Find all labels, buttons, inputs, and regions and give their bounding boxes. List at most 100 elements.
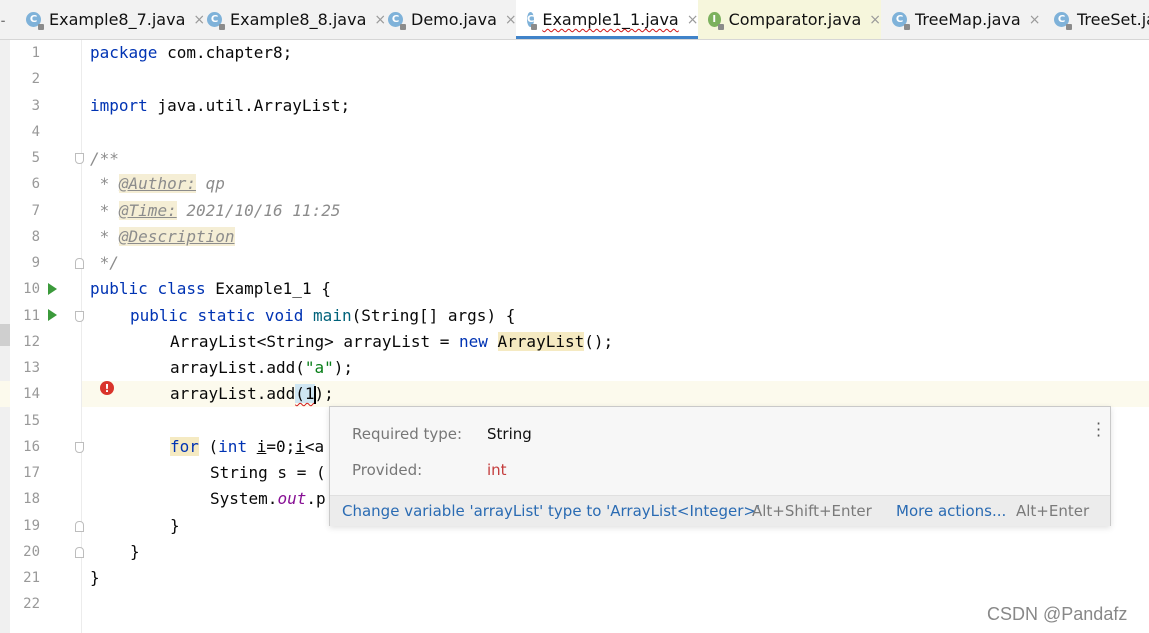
close-icon[interactable]: × xyxy=(374,12,386,28)
comment-text: qp xyxy=(195,174,225,193)
close-icon[interactable]: × xyxy=(193,12,205,28)
run-main-icon[interactable] xyxy=(48,309,57,321)
keyword: import xyxy=(90,96,148,115)
javadoc-tag: @Author: xyxy=(118,174,196,193)
close-icon[interactable]: × xyxy=(505,12,517,28)
fold-icon[interactable] xyxy=(75,311,84,322)
line-number: 14 xyxy=(23,386,40,402)
tab-label: TreeSet.ja xyxy=(1077,10,1149,29)
code-line-10[interactable]: public class Example1_1 { xyxy=(90,276,331,302)
code-text: arrayList.add xyxy=(170,384,296,403)
class-icon: C xyxy=(527,12,538,30)
run-class-icon[interactable] xyxy=(48,283,57,295)
javadoc-tag: @Time: xyxy=(118,201,177,220)
class-icon: C xyxy=(388,12,406,30)
static-field: out xyxy=(277,489,307,508)
code-text: System. xyxy=(210,489,278,508)
active-tab-indicator xyxy=(516,36,698,39)
code-text: com.chapter8; xyxy=(157,43,293,62)
change-type-action[interactable]: Change variable 'arrayList' type to 'Arr… xyxy=(342,502,760,520)
code-text: Example1_1 { xyxy=(205,279,331,298)
code-text: <a xyxy=(304,437,325,456)
tab-label: Example8_8.java xyxy=(230,10,367,29)
comment-prefix: * xyxy=(90,174,119,193)
method-name: main xyxy=(313,306,352,325)
tab-example1-1[interactable]: C Example1_1.java × xyxy=(516,0,698,39)
close-icon[interactable]: × xyxy=(869,12,881,28)
javadoc-tag: @Description xyxy=(118,227,235,246)
code-text: =0; xyxy=(266,437,296,456)
tab-demo[interactable]: C Demo.java × xyxy=(388,0,517,39)
keyword: package xyxy=(90,43,158,62)
more-actions-shortcut: Alt+Enter xyxy=(1016,502,1090,520)
watermark: CSDN @Pandafz xyxy=(987,604,1128,624)
code-text: .p xyxy=(306,489,326,508)
keyword: class xyxy=(157,279,206,298)
line-number: 5 xyxy=(31,150,40,166)
left-tool-strip xyxy=(0,40,10,633)
code-line-19[interactable]: } xyxy=(170,513,180,539)
code-line-16[interactable]: for (int i=0;i<a xyxy=(170,434,324,460)
code-line-20[interactable]: } xyxy=(130,539,140,565)
fold-end-icon[interactable] xyxy=(75,521,84,532)
code-line-13[interactable]: arrayList.add("a"); xyxy=(170,355,353,381)
tab-example8-8[interactable]: C Example8_8.java × xyxy=(207,0,386,39)
keyword: public xyxy=(130,306,188,325)
class-icon: C xyxy=(1054,12,1072,30)
code-line-8[interactable]: * @Description xyxy=(90,224,235,250)
code-line-11[interactable]: public static void main(String[] args) { xyxy=(130,303,515,329)
required-type-value: String xyxy=(487,425,532,443)
close-icon[interactable]: × xyxy=(687,12,699,28)
line-number: 9 xyxy=(31,255,40,271)
tab-treeset[interactable]: C TreeSet.ja xyxy=(1054,0,1149,39)
line-number: 4 xyxy=(31,124,40,140)
code-line-9[interactable]: */ xyxy=(90,250,119,276)
line-number: 3 xyxy=(31,98,40,114)
line-number: 7 xyxy=(31,203,40,219)
code-line-7[interactable]: * @Time: 2021/10/16 11:25 xyxy=(90,198,340,224)
required-type-row: Required type: String xyxy=(352,425,532,443)
code-text: (String[] args) { xyxy=(351,306,516,325)
tab-comparator[interactable]: I Comparator.java × xyxy=(698,0,881,39)
code-line-14[interactable]: arrayList.add(1); xyxy=(170,381,334,407)
code-line-21[interactable]: } xyxy=(90,565,100,591)
tab-label: Example8_7.java xyxy=(49,10,186,29)
error-bulb-icon[interactable]: ! xyxy=(100,381,114,395)
line-number: 22 xyxy=(23,596,40,612)
fold-icon[interactable] xyxy=(75,153,84,164)
keyword: int xyxy=(218,437,248,456)
code-line-6[interactable]: * @Author: qp xyxy=(90,171,225,197)
tab-example8-7[interactable]: C Example8_7.java × xyxy=(26,0,205,39)
code-text: ); xyxy=(333,358,354,377)
tab-label: Comparator.java xyxy=(728,10,862,29)
keyword: new xyxy=(458,332,488,351)
line-number: 15 xyxy=(23,413,40,429)
code-line-12[interactable]: ArrayList<String> arrayList = new ArrayL… xyxy=(170,329,613,355)
code-line-3[interactable]: import java.util.ArrayList; xyxy=(90,93,350,119)
tab-treemap[interactable]: C TreeMap.java × xyxy=(892,0,1040,39)
code-text: (); xyxy=(584,332,614,351)
error-argument[interactable]: (1 xyxy=(295,384,315,403)
more-vertical-icon[interactable]: · · · xyxy=(1096,416,1101,444)
line-number: 2 xyxy=(31,71,40,87)
class-icon: C xyxy=(892,12,910,30)
code-line-18[interactable]: System.out.p xyxy=(210,486,326,512)
code-line-1[interactable]: package com.chapter8; xyxy=(90,40,292,66)
tab-scroll-left-icon[interactable]: ⁃ xyxy=(0,15,8,29)
line-number: 1 xyxy=(31,45,40,61)
interface-icon: I xyxy=(708,12,724,30)
more-actions-link[interactable]: More actions... xyxy=(896,502,1006,520)
fold-end-icon[interactable] xyxy=(75,258,84,269)
fold-icon[interactable] xyxy=(75,442,84,453)
line-number: 18 xyxy=(23,491,40,507)
code-line-17[interactable]: String s = ( xyxy=(210,460,326,486)
line-number: 11 xyxy=(23,308,40,324)
keyword: static xyxy=(197,306,256,325)
code-line-5[interactable]: /** xyxy=(90,146,119,172)
scroll-marker xyxy=(0,324,10,346)
close-icon[interactable]: × xyxy=(1029,12,1041,28)
fold-end-icon[interactable] xyxy=(75,547,84,558)
line-number: 8 xyxy=(31,229,40,245)
line-number: 21 xyxy=(23,570,40,586)
line-number: 6 xyxy=(31,176,40,192)
